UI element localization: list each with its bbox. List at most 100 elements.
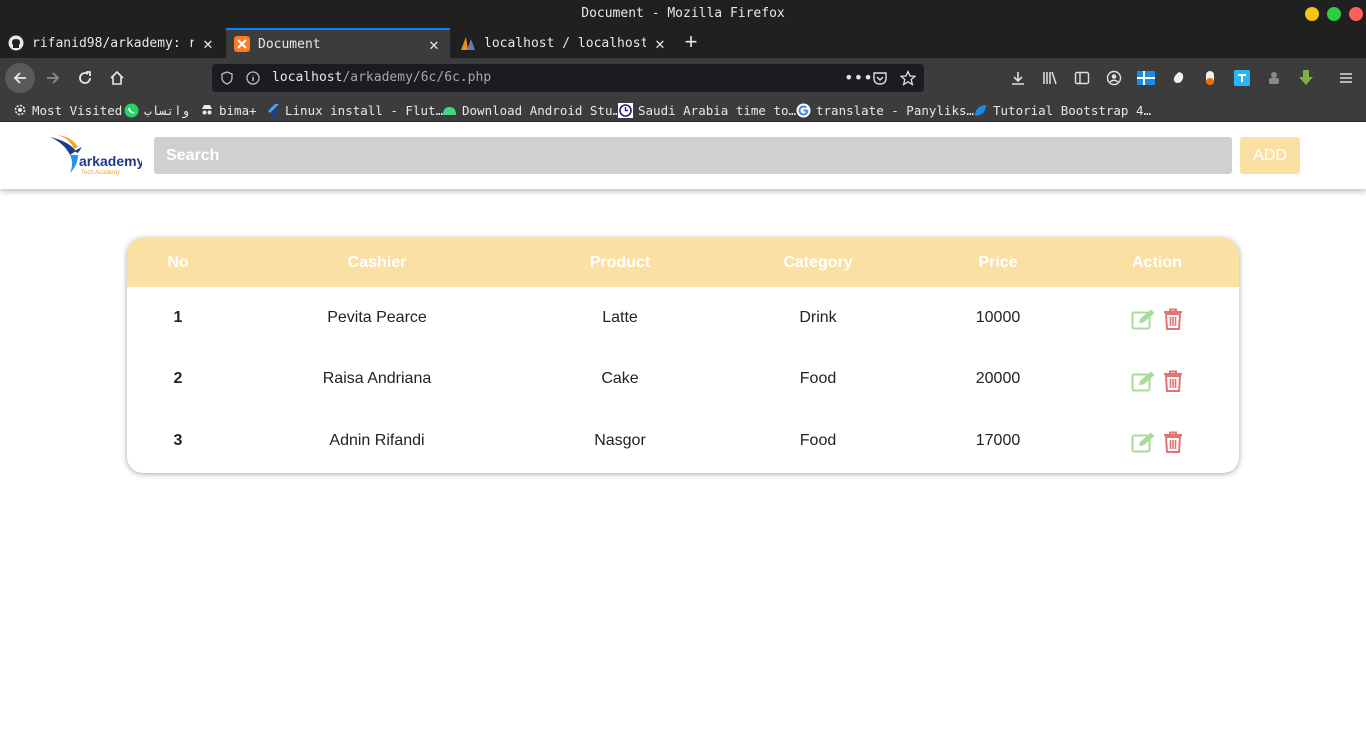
header-no: No xyxy=(167,253,189,271)
pocket-icon[interactable] xyxy=(872,64,888,92)
cell-price: 20000 xyxy=(975,370,1021,388)
cell-no: 3 xyxy=(173,431,183,449)
cell-cashier: Raisa Andriana xyxy=(322,370,432,388)
svg-text:arkademy: arkademy xyxy=(79,153,142,169)
arrow-left-icon xyxy=(13,72,26,84)
app-header: arkademy Tech Academy ADD xyxy=(0,123,1366,189)
cell-category: Drink xyxy=(799,308,837,326)
cell-price: 17000 xyxy=(975,431,1021,449)
reload-button[interactable] xyxy=(71,64,99,92)
bookmark-android-studio[interactable]: Download Android Stu… xyxy=(442,98,620,122)
cell-action xyxy=(1075,410,1239,472)
bookmark-most-visited[interactable]: Most Visited xyxy=(12,98,122,122)
reload-icon xyxy=(79,71,91,84)
nav-toolbar: localhost/arkademy/6c/6c.php ••• xyxy=(0,58,1366,98)
home-icon xyxy=(110,70,124,85)
svg-text:Tech Academy: Tech Academy xyxy=(81,170,120,176)
trash-icon[interactable] xyxy=(1163,431,1183,458)
trash-icon[interactable] xyxy=(1163,370,1183,397)
info-icon[interactable] xyxy=(246,64,260,92)
cell-category: Food xyxy=(799,370,837,388)
new-tab-button[interactable]: + xyxy=(680,28,702,58)
cell-product: Nasgor xyxy=(594,431,646,449)
bookmark-translate[interactable]: translate - Panyliks… xyxy=(796,98,974,122)
tab-phpmyadmin[interactable]: localhost / localhost / p ✕ xyxy=(452,28,676,58)
cell-no: 1 xyxy=(173,308,183,326)
extension-translate-icon[interactable] xyxy=(1232,68,1252,88)
header-cashier: Cashier xyxy=(347,253,407,271)
extension-puzzle-icon[interactable] xyxy=(1264,68,1284,88)
tab-label: rifanid98/arkademy: repos xyxy=(32,35,194,51)
spy-icon xyxy=(199,103,214,118)
extension-capsule-icon[interactable] xyxy=(1200,68,1220,88)
extension-flag-icon[interactable] xyxy=(1136,68,1156,88)
bookmark-bima[interactable]: bima+ xyxy=(199,98,257,122)
header-action: Action xyxy=(1132,253,1182,271)
close-tab-icon[interactable]: ✕ xyxy=(652,34,668,53)
back-button[interactable] xyxy=(5,63,35,93)
cell-product: Latte xyxy=(602,308,638,326)
page-content: arkademy Tech Academy ADD No Cashier Pro… xyxy=(0,123,1366,748)
cell-action xyxy=(1075,287,1239,349)
menu-icon[interactable] xyxy=(1336,68,1356,88)
table-header-row: No Cashier Product Category Price Action xyxy=(127,238,1239,287)
arkademy-logo[interactable]: arkademy Tech Academy xyxy=(48,133,145,179)
more-actions-icon[interactable]: ••• xyxy=(844,64,873,92)
table-row: 3 Adnin Rifandi Nasgor Food 17000 xyxy=(127,410,1239,472)
tab-github[interactable]: rifanid98/arkademy: repos ✕ xyxy=(0,28,224,58)
tab-document[interactable]: Document ✕ xyxy=(226,28,450,58)
extension-gnome-icon[interactable] xyxy=(1168,68,1188,88)
minimize-button[interactable] xyxy=(1305,7,1319,21)
transactions-table-card: No Cashier Product Category Price Action… xyxy=(127,238,1239,473)
tab-label: localhost / localhost / p xyxy=(484,35,646,51)
transactions-table: No Cashier Product Category Price Action… xyxy=(127,238,1239,472)
bookmark-whatsapp[interactable]: واتساب xyxy=(124,98,189,122)
maximize-button[interactable] xyxy=(1327,7,1341,21)
forward-button[interactable] xyxy=(39,64,67,92)
bookmark-flutter[interactable]: Linux install - Flut… xyxy=(265,98,443,122)
table-row: 2 Raisa Andriana Cake Food 20000 xyxy=(127,349,1239,411)
xampp-icon xyxy=(234,36,250,52)
download-icon[interactable] xyxy=(1008,68,1028,88)
whatsapp-icon xyxy=(124,103,139,118)
shield-icon[interactable] xyxy=(220,64,234,92)
cell-price: 10000 xyxy=(975,308,1021,326)
table-row: 1 Pevita Pearce Latte Drink 10000 xyxy=(127,287,1239,349)
home-button[interactable] xyxy=(103,64,131,92)
phpmyadmin-icon xyxy=(460,35,476,51)
cell-category: Food xyxy=(799,431,837,449)
header-price: Price xyxy=(978,253,1018,271)
bookmark-saudi-time[interactable]: Saudi Arabia time to… xyxy=(618,98,796,122)
address-bar[interactable]: localhost/arkademy/6c/6c.php ••• xyxy=(212,64,924,92)
account-icon[interactable] xyxy=(1104,68,1124,88)
bookmarks-toolbar: Most Visited واتساب bima+ Linux install … xyxy=(0,98,1366,122)
library-icon[interactable] xyxy=(1040,68,1060,88)
edit-icon[interactable] xyxy=(1131,431,1157,458)
close-tab-icon[interactable]: ✕ xyxy=(426,35,442,54)
cell-no: 2 xyxy=(173,370,183,388)
android-icon xyxy=(442,103,457,118)
cell-action xyxy=(1075,349,1239,411)
bootstrap-leaf-icon xyxy=(973,103,988,118)
google-icon xyxy=(796,103,811,118)
edit-icon[interactable] xyxy=(1131,370,1157,397)
bookmark-bootstrap[interactable]: Tutorial Bootstrap 4… xyxy=(973,98,1151,122)
close-tab-icon[interactable]: ✕ xyxy=(200,34,216,53)
trash-icon[interactable] xyxy=(1163,308,1183,335)
tab-label: Document xyxy=(258,36,321,52)
bookmark-star-icon[interactable] xyxy=(900,64,916,92)
bird-logo-icon: arkademy Tech Academy xyxy=(50,135,145,176)
search-input[interactable] xyxy=(154,137,1232,174)
add-button[interactable]: ADD xyxy=(1240,137,1300,174)
edit-icon[interactable] xyxy=(1131,308,1157,335)
cell-cashier: Pevita Pearce xyxy=(327,308,427,326)
extension-download-helper-icon[interactable] xyxy=(1296,68,1316,88)
sidebar-icon[interactable] xyxy=(1072,68,1092,88)
gear-icon xyxy=(12,103,27,118)
window-titlebar: Document - Mozilla Firefox xyxy=(0,0,1366,28)
arrow-right-icon xyxy=(47,72,60,84)
cell-cashier: Adnin Rifandi xyxy=(329,431,425,449)
url-path: /arkademy/6c/6c.php xyxy=(342,70,492,85)
close-window-button[interactable] xyxy=(1349,7,1363,21)
window-title: Document - Mozilla Firefox xyxy=(581,6,785,21)
